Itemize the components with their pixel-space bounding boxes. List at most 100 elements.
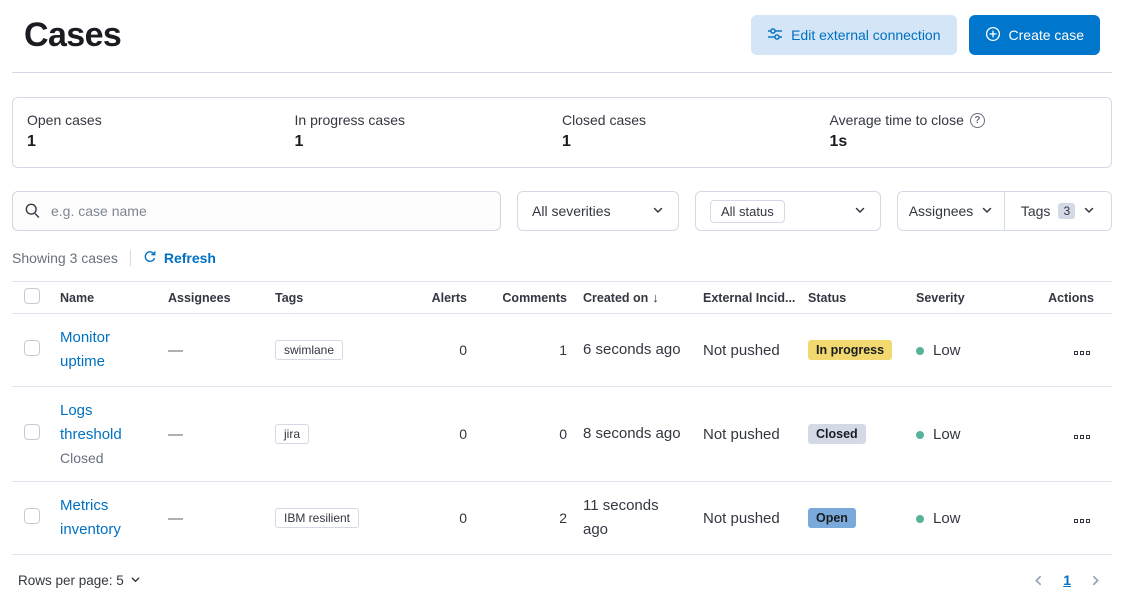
assignees-value: — [168,509,183,527]
case-name-link[interactable]: Metrics inventory [60,494,152,542]
page-header: Cases Edit external connection Create ca… [12,0,1112,62]
create-case-label: Create case [1008,27,1084,43]
case-name-link[interactable]: Monitor uptime [60,326,152,374]
pagination: 1 [1032,572,1112,588]
chevron-down-icon [981,203,993,219]
search-wrapper [12,191,501,231]
severity-value: Low [933,341,961,359]
severity-filter-label: All severities [532,203,611,219]
row-checkbox[interactable] [24,508,40,524]
create-case-button[interactable]: Create case [968,15,1100,55]
external-incident-value: Not pushed [695,481,800,555]
row-checkbox[interactable] [24,424,40,440]
refresh-icon [143,250,157,267]
stat-label: Average time to close [829,112,964,128]
rows-per-page-label: Rows per page: 5 [18,572,124,588]
severity-filter-dropdown[interactable]: All severities [517,191,679,231]
sort-desc-icon: ↓ [652,290,659,305]
alerts-count: 0 [415,313,475,387]
table-row: Logs threshold Closed — jira 0 0 8 secon… [12,386,1112,482]
table-footer: Rows per page: 5 1 [12,567,1112,593]
vertical-divider [129,250,131,266]
sliders-icon [767,26,783,45]
refresh-label: Refresh [163,250,216,266]
header-divider [12,72,1112,73]
results-summary-row: Showing 3 cases Refresh [12,248,1112,268]
showing-cases-text: Showing 3 cases [12,250,118,266]
tag-badge: jira [275,424,310,444]
next-page-icon[interactable] [1089,574,1102,587]
stat-value: 1 [294,133,304,150]
column-header-name[interactable]: Name [52,281,160,314]
assignees-filter-label: Assignees [908,203,974,219]
stat-label: Open cases [27,112,102,128]
stat-closed-cases: Closed cases 1 [562,112,830,151]
severity-dot-icon [916,514,924,523]
row-actions-menu-icon[interactable] [1070,347,1094,359]
severity-dot-icon [916,346,924,355]
previous-page-icon[interactable] [1032,574,1045,587]
stat-label: In progress cases [294,112,406,128]
status-badge: Open [808,508,856,528]
chevron-down-icon [854,203,866,219]
severity-cell: Low [908,313,1020,387]
column-header-assignees: Assignees [160,281,267,314]
assignees-value: — [168,341,183,359]
created-on-value: 8 seconds ago [583,425,681,442]
assignees-filter-dropdown[interactable]: Assignees [898,192,1004,230]
alerts-count: 0 [415,386,475,482]
stat-label: Closed cases [562,112,647,128]
status-badge: Closed [808,424,866,444]
row-checkbox[interactable] [24,340,40,356]
severity-cell: Low [908,481,1020,555]
plus-in-circle-icon [985,26,1001,45]
table-header-row: Name Assignees Tags Alerts Comments Crea… [12,281,1112,314]
column-header-status: Status [800,281,908,314]
stat-open-cases: Open cases 1 [27,112,295,151]
tags-filter-dropdown[interactable]: Tags 3 [1004,192,1111,230]
tags-filter-label: Tags [1020,203,1051,219]
cases-table: Name Assignees Tags Alerts Comments Crea… [12,281,1112,555]
search-input[interactable] [12,191,501,231]
comments-count: 2 [475,481,575,555]
row-actions-menu-icon[interactable] [1070,431,1094,443]
page-title: Cases [24,15,122,54]
column-header-comments: Comments [475,281,575,314]
column-header-created-on[interactable]: Created on ↓ [575,281,695,314]
column-header-alerts: Alerts [415,281,475,314]
cases-page: Cases Edit external connection Create ca… [0,0,1124,593]
refresh-button[interactable]: Refresh [143,250,216,267]
column-header-external-incidents: External Incid... [695,281,800,314]
comments-count: 0 [475,386,575,482]
chevron-down-icon [652,203,664,219]
severity-value: Low [933,425,961,443]
status-filter-dropdown[interactable]: All status [695,191,881,231]
status-badge: In progress [808,340,893,360]
severity-dot-icon [916,430,924,439]
severity-cell: Low [908,386,1020,482]
header-actions: Edit external connection Create case [751,15,1100,55]
table-row: Metrics inventory — IBM resilient 0 2 11… [12,481,1112,555]
column-header-severity: Severity [908,281,1020,314]
stat-value: 1 [27,133,36,150]
edit-external-connection-button[interactable]: Edit external connection [751,15,957,55]
external-incident-value: Not pushed [695,386,800,482]
select-all-checkbox[interactable] [24,288,40,304]
stat-value: 1s [829,133,848,150]
stats-panel: Open cases 1 In progress cases 1 Closed … [12,97,1112,168]
assignees-value: — [168,425,183,443]
comments-count: 1 [475,313,575,387]
info-icon[interactable]: ? [969,112,985,128]
stat-value: 1 [562,133,571,150]
chevron-down-icon [1083,203,1095,219]
tag-badge: IBM resilient [275,508,360,528]
tags-count-badge: 3 [1058,203,1076,219]
alerts-count: 0 [415,481,475,555]
search-icon [24,202,41,222]
row-actions-menu-icon[interactable] [1070,515,1094,527]
page-number-button[interactable]: 1 [1063,572,1071,588]
chevron-down-icon [130,573,141,588]
created-on-value: 6 seconds ago [583,341,681,358]
rows-per-page-dropdown[interactable]: Rows per page: 5 [12,572,147,589]
case-name-link[interactable]: Logs threshold [60,399,152,447]
